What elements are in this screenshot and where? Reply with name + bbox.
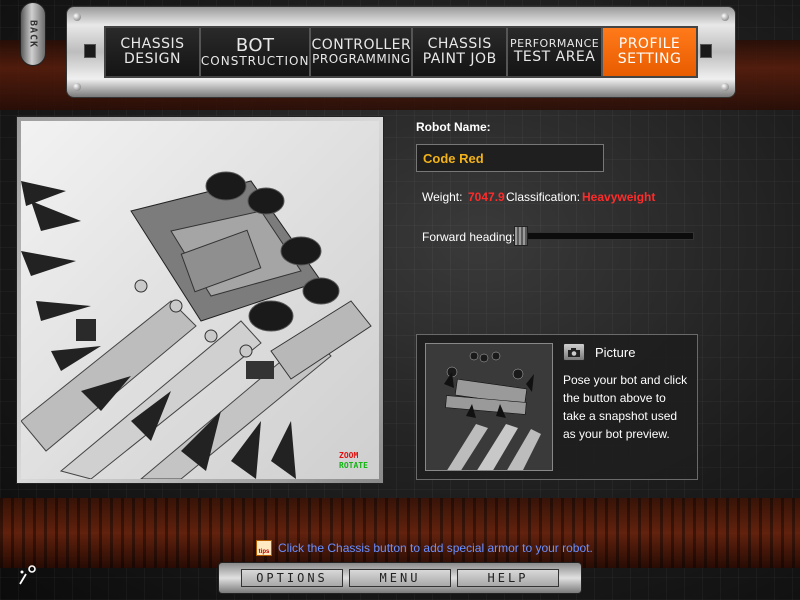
forward-heading-slider-track[interactable]	[514, 232, 694, 240]
weight-value: 7047.9	[468, 190, 505, 204]
nav-end-cap-right	[700, 44, 712, 58]
robot-viewport-frame: ZOOM ROTATE	[16, 116, 384, 484]
tab-label-line1: PROFILE	[618, 35, 681, 52]
menu-button[interactable]: MENU	[349, 569, 451, 587]
tab-bot-construction[interactable]: BOT CONSTRUCTION	[200, 28, 312, 76]
tab-label-line2: PROGRAMMING	[312, 52, 411, 67]
tab-label-line1: BOT	[235, 34, 275, 56]
tab-controller-programming[interactable]: CONTROLLER PROGRAMMING	[311, 28, 414, 76]
options-button[interactable]: OPTIONS	[241, 569, 343, 587]
tab-label-line1: CHASSIS	[120, 35, 185, 52]
tab-label-line1: CONTROLLER	[311, 36, 412, 53]
picture-title: Picture	[595, 345, 636, 360]
tip-row: tips Click the Chassis button to add spe…	[256, 540, 593, 556]
tab-performance-test-area[interactable]: PERFORMANCE TEST AREA	[508, 28, 604, 76]
nav-end-cap-left	[84, 44, 96, 58]
camera-snapshot-button[interactable]	[563, 343, 585, 361]
tab-label-line2: TEST AREA	[513, 49, 596, 66]
weight-label: Weight:	[422, 190, 463, 204]
tips-icon: tips	[256, 540, 272, 556]
rotate-label: ROTATE	[339, 461, 368, 470]
zoom-rotate-legend[interactable]: ZOOM ROTATE	[339, 451, 368, 471]
back-button-label: BACK	[27, 19, 39, 49]
tab-chassis-design[interactable]: CHASSIS DESIGN	[106, 28, 201, 76]
robot-name-input[interactable]	[416, 144, 604, 172]
rivet-icon	[73, 83, 81, 91]
forward-heading-label: Forward heading:	[422, 230, 516, 244]
tab-label-line2: DESIGN	[123, 51, 181, 67]
help-button[interactable]: HELP	[457, 569, 559, 587]
robot-preview-thumbnail	[425, 343, 553, 471]
tab-label-line1: CHASSIS	[427, 35, 492, 52]
rivet-icon	[721, 13, 729, 21]
tip-text: Click the Chassis button to add special …	[278, 541, 593, 555]
tab-label-line2: SETTING	[617, 51, 682, 67]
background-rust-band-bottom	[0, 498, 800, 568]
robot-3d-viewport[interactable]: ZOOM ROTATE	[21, 121, 379, 479]
rivet-icon	[73, 13, 81, 21]
logo-icon	[19, 565, 36, 585]
top-nav-tabs: CHASSIS DESIGN BOT CONSTRUCTION CONTROLL…	[104, 26, 698, 78]
picture-panel: Picture Pose your bot and click the butt…	[416, 334, 698, 480]
forward-heading-slider-thumb[interactable]	[514, 226, 528, 246]
bottom-toolbar: OPTIONS MENU HELP	[218, 562, 582, 594]
robot-name-label: Robot Name:	[416, 120, 491, 134]
classification-value: Heavyweight	[582, 190, 656, 204]
back-button[interactable]: BACK	[20, 2, 46, 66]
classification-label: Classification:	[506, 190, 581, 204]
tab-label-line2: CONSTRUCTION	[200, 54, 310, 69]
zoom-label: ZOOM	[339, 451, 359, 460]
robot-model-render	[21, 171, 372, 479]
rivet-icon	[721, 83, 729, 91]
preview-image	[426, 344, 552, 470]
tab-profile-setting[interactable]: PROFILE SETTING	[603, 28, 696, 76]
picture-description: Pose your bot and click the button above…	[563, 373, 688, 441]
tab-label-line2: PAINT JOB	[422, 51, 497, 67]
tab-chassis-paint-job[interactable]: CHASSIS PAINT JOB	[413, 28, 509, 76]
camera-icon	[568, 347, 580, 357]
